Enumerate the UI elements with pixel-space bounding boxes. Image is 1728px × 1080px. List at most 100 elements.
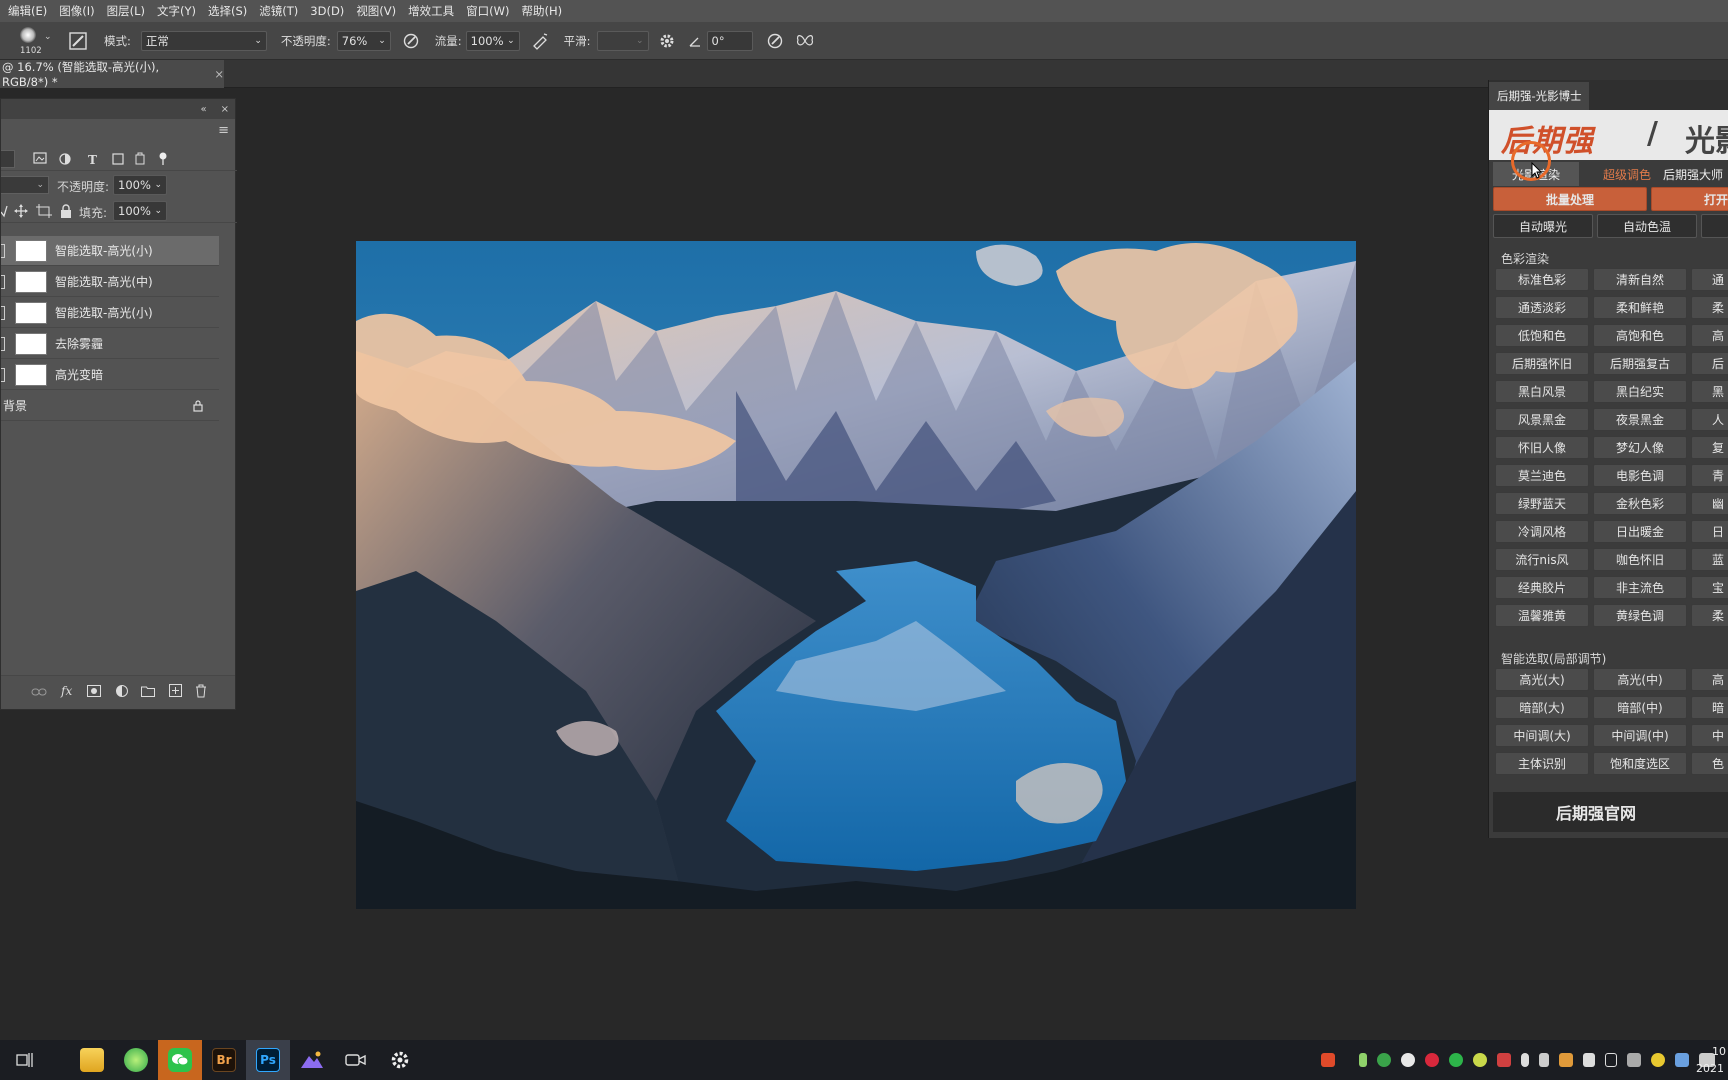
battery-icon[interactable]: [1359, 1053, 1367, 1067]
layer-row[interactable]: 智能选取-高光(小): [1, 298, 219, 328]
tray-orange-icon[interactable]: [1559, 1053, 1573, 1067]
group-folder-icon[interactable]: [141, 685, 155, 697]
gear-icon[interactable]: [657, 31, 677, 51]
layer-name[interactable]: 智能选取-高光(小): [55, 242, 153, 259]
color-preset-button[interactable]: 人: [1691, 408, 1728, 431]
tray-green-icon[interactable]: [1449, 1053, 1463, 1067]
layer-name[interactable]: 智能选取-高光(小): [55, 304, 153, 321]
color-preset-button[interactable]: 低饱和色: [1495, 324, 1589, 347]
color-preset-button[interactable]: 青: [1691, 464, 1728, 487]
menu-plugins[interactable]: 增效工具: [402, 3, 460, 19]
filter-icons[interactable]: T: [33, 152, 209, 166]
angle-input[interactable]: 0°: [706, 30, 753, 51]
color-preset-button[interactable]: 绿野蓝天: [1495, 492, 1589, 515]
smart-select-button[interactable]: 暗部(大): [1495, 696, 1589, 719]
color-preset-button[interactable]: 黄绿色调: [1593, 604, 1687, 627]
pressure-size-icon[interactable]: [765, 31, 785, 51]
fx-icon[interactable]: fx: [61, 684, 72, 698]
taskbar-file-explorer[interactable]: [70, 1040, 114, 1080]
panel-menu-icon[interactable]: ≡: [218, 123, 229, 138]
usb-icon[interactable]: [1539, 1053, 1549, 1067]
menu-view[interactable]: 视图(V): [350, 3, 402, 19]
color-preset-button[interactable]: 温馨雅黄: [1495, 604, 1589, 627]
fill-input[interactable]: 100% ⌄: [113, 201, 167, 221]
layer-name[interactable]: 智能选取-高光(中): [55, 273, 153, 290]
color-preset-button[interactable]: 通透淡彩: [1495, 296, 1589, 319]
color-preset-button[interactable]: 金秋色彩: [1593, 492, 1687, 515]
layer-mask-thumbnail[interactable]: [15, 363, 47, 386]
plugin-tab[interactable]: 后期强-光影博士: [1489, 82, 1589, 110]
delete-layer-icon[interactable]: [195, 684, 207, 698]
color-preset-button[interactable]: 宝: [1691, 576, 1728, 599]
smart-select-button[interactable]: 暗: [1691, 696, 1728, 719]
smoothing-input[interactable]: ⌄: [596, 30, 649, 51]
add-mask-icon[interactable]: [87, 685, 101, 697]
tray-app-icon[interactable]: [1377, 1053, 1391, 1067]
color-preset-button[interactable]: 日出暖金: [1593, 520, 1687, 543]
adjustment-layer-icon[interactable]: [115, 684, 129, 698]
layer-mask-thumbnail[interactable]: [15, 270, 47, 293]
link-layers-icon[interactable]: [31, 686, 47, 698]
menu-select[interactable]: 选择(S): [202, 3, 253, 19]
tray-red-icon[interactable]: [1425, 1053, 1439, 1067]
smart-select-button[interactable]: 暗部(中): [1593, 696, 1687, 719]
blend-mode-select[interactable]: ⌄: [1, 176, 49, 194]
speaker-icon[interactable]: [1605, 1053, 1617, 1067]
color-preset-button[interactable]: 后: [1691, 352, 1728, 375]
color-preset-button[interactable]: 莫兰迪色: [1495, 464, 1589, 487]
tray-yellow-icon[interactable]: [1473, 1053, 1487, 1067]
menu-filter[interactable]: 滤镜(T): [253, 3, 304, 19]
color-preset-button[interactable]: 高饱和色: [1593, 324, 1687, 347]
opacity-input[interactable]: 76% ⌄: [336, 30, 391, 51]
clock[interactable]: 10 2021: [1696, 1043, 1728, 1077]
close-icon[interactable]: ×: [214, 67, 224, 81]
taskbar-photos[interactable]: [290, 1040, 334, 1080]
brush-settings-toggle-icon[interactable]: [68, 31, 88, 51]
color-preset-button[interactable]: 冷调风格: [1495, 520, 1589, 543]
canvas-photo[interactable]: [356, 241, 1356, 909]
color-preset-button[interactable]: 柔和鲜艳: [1593, 296, 1687, 319]
color-preset-button[interactable]: 幽: [1691, 492, 1728, 515]
layer-name[interactable]: 去除雾霾: [55, 335, 103, 352]
layer-mask-thumbnail[interactable]: [15, 239, 47, 262]
color-preset-button[interactable]: 高: [1691, 324, 1728, 347]
layer-opacity-input[interactable]: 100% ⌄: [113, 175, 167, 195]
official-site-button[interactable]: 后期强官网: [1493, 792, 1728, 832]
smart-select-button[interactable]: 高光(大): [1495, 668, 1589, 691]
color-preset-button[interactable]: 标准色彩: [1495, 268, 1589, 291]
menu-help[interactable]: 帮助(H): [516, 3, 569, 19]
color-preset-button[interactable]: 后期强怀旧: [1495, 352, 1589, 375]
layer-row[interactable]: 去除雾霾: [1, 329, 219, 359]
menu-3d[interactable]: 3D(D): [304, 4, 350, 18]
color-preset-button[interactable]: 黑白纪实: [1593, 380, 1687, 403]
color-preset-button[interactable]: 非主流色: [1593, 576, 1687, 599]
color-preset-button[interactable]: 后期强复古: [1593, 352, 1687, 375]
smart-select-button[interactable]: 色: [1691, 752, 1728, 775]
smart-select-button[interactable]: 高: [1691, 668, 1728, 691]
taskbar-wechat[interactable]: [158, 1040, 202, 1080]
menu-edit[interactable]: 编辑(E): [2, 3, 53, 19]
smart-select-button[interactable]: 饱和度选区: [1593, 752, 1687, 775]
layer-mask-thumbnail[interactable]: [15, 301, 47, 324]
collapse-panel-icon[interactable]: «: [200, 104, 206, 115]
display-icon[interactable]: [1627, 1053, 1641, 1067]
taskbar-bridge[interactable]: Br: [202, 1040, 246, 1080]
layer-name[interactable]: 背景: [3, 397, 27, 414]
taskbar-photoshop[interactable]: Ps: [246, 1040, 290, 1080]
smart-select-button[interactable]: 中: [1691, 724, 1728, 747]
layer-row[interactable]: 智能选取-高光(小): [1, 236, 219, 266]
network-icon[interactable]: [1583, 1053, 1595, 1067]
lock-icons[interactable]: [1, 204, 75, 218]
microphone-icon[interactable]: [1521, 1053, 1529, 1067]
smart-select-button[interactable]: 高光(中): [1593, 668, 1687, 691]
layer-row[interactable]: 智能选取-高光(中): [1, 267, 219, 297]
menu-layer[interactable]: 图层(L): [101, 3, 151, 19]
color-preset-button[interactable]: 怀旧人像: [1495, 436, 1589, 459]
mode-select[interactable]: 正常 ⌄: [140, 30, 267, 51]
layer-row[interactable]: 高光变暗: [1, 360, 219, 390]
color-preset-button[interactable]: 经典胶片: [1495, 576, 1589, 599]
smart-select-button[interactable]: 中间调(大): [1495, 724, 1589, 747]
color-preset-button[interactable]: 电影色调: [1593, 464, 1687, 487]
pressure-opacity-icon[interactable]: [401, 31, 421, 51]
auto-exposure-button[interactable]: 自动曝光: [1493, 214, 1593, 238]
